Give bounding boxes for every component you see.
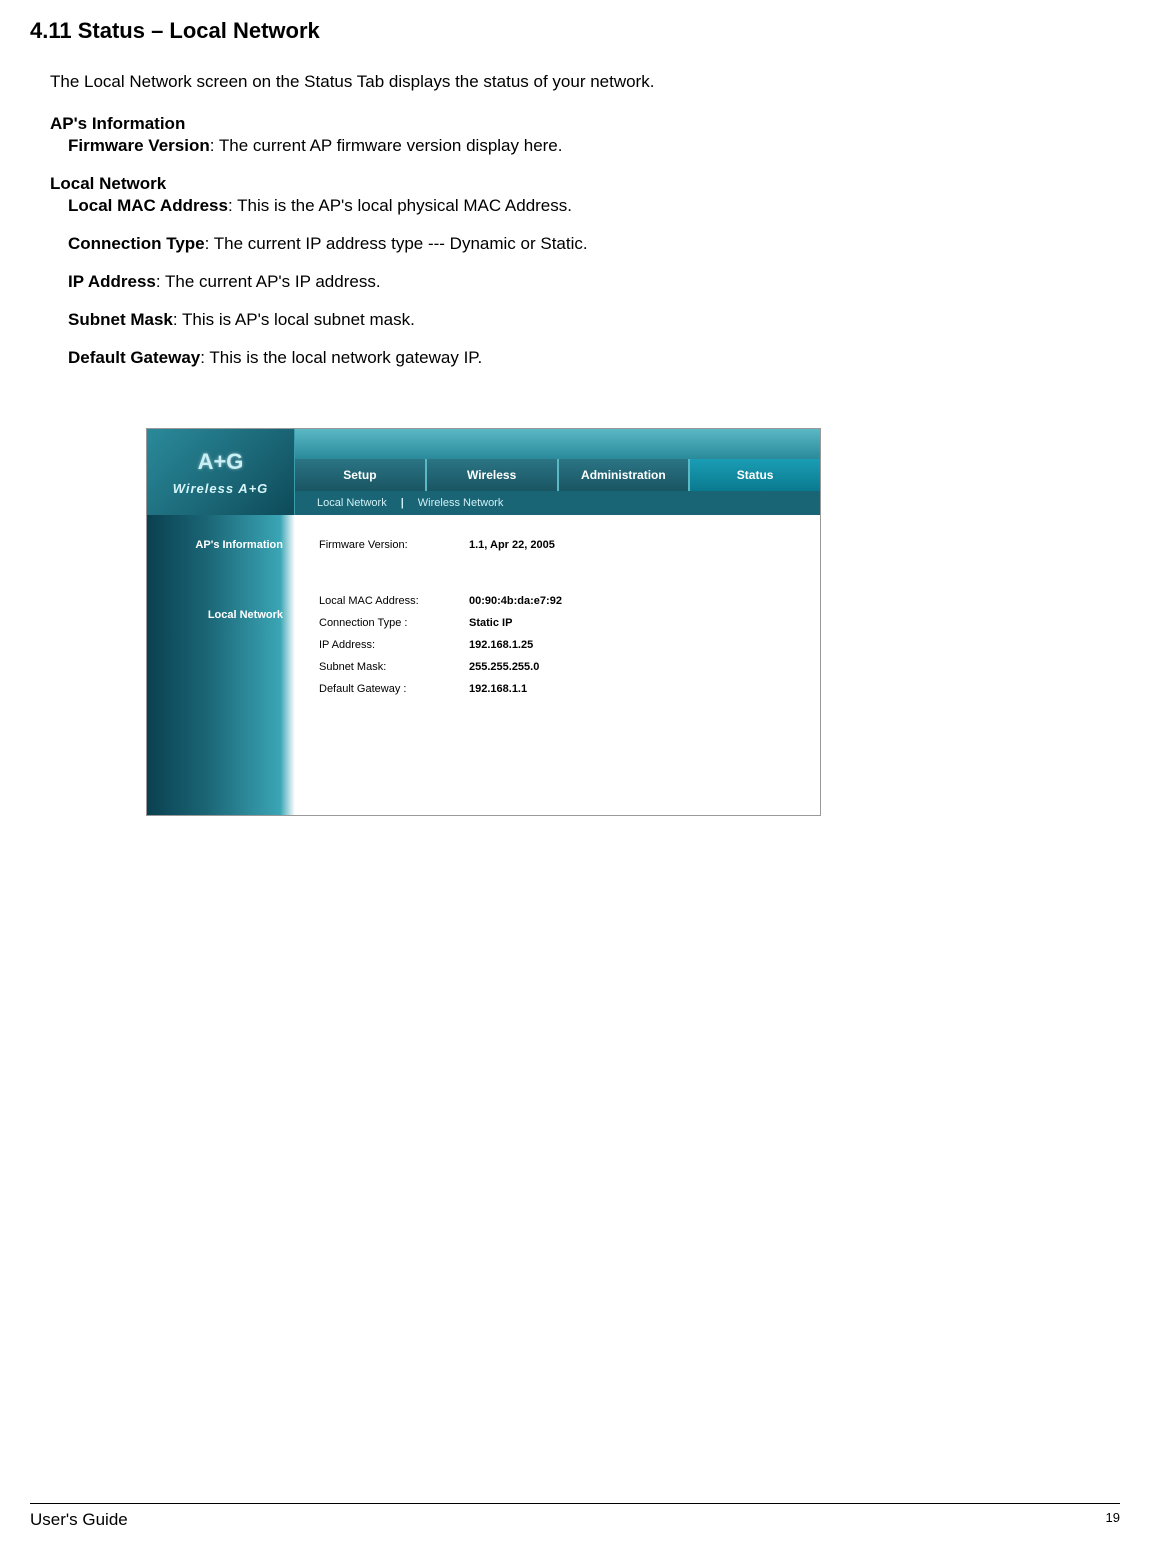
status-value-conn: Static IP: [469, 617, 512, 629]
field-gateway-desc: : This is the local network gateway IP.: [200, 348, 482, 367]
router-logo: A+G Wireless A+G: [147, 429, 295, 515]
section-heading: 4.11 Status – Local Network: [30, 18, 1120, 44]
intro-paragraph: The Local Network screen on the Status T…: [50, 72, 1120, 92]
status-row-mac: Local MAC Address: 00:90:4b:da:e7:92: [319, 595, 820, 607]
status-row-conn: Connection Type : Static IP: [319, 617, 820, 629]
logo-badge-icon: A+G: [198, 449, 244, 475]
status-label-mac: Local MAC Address:: [319, 595, 469, 607]
group-ap-info: AP's Information: [50, 114, 1120, 134]
field-subnet: Subnet Mask: This is AP's local subnet m…: [68, 310, 1120, 330]
field-gateway: Default Gateway: This is the local netwo…: [68, 348, 1120, 368]
sidebar-label-local-network: Local Network: [147, 551, 295, 621]
field-ip: IP Address: The current AP's IP address.: [68, 272, 1120, 292]
tab-status[interactable]: Status: [690, 459, 820, 491]
page-footer: User's Guide 19: [30, 1503, 1120, 1530]
field-firmware-label: Firmware Version: [68, 136, 210, 155]
status-value-mac: 00:90:4b:da:e7:92: [469, 595, 562, 607]
subtab-wireless-network[interactable]: Wireless Network: [412, 495, 510, 511]
field-firmware-desc: : The current AP firmware version displa…: [210, 136, 563, 155]
status-row-gateway: Default Gateway : 192.168.1.1: [319, 683, 820, 695]
status-row-ip: IP Address: 192.168.1.25: [319, 639, 820, 651]
field-mac: Local MAC Address: This is the AP's loca…: [68, 196, 1120, 216]
field-mac-desc: : This is the AP's local physical MAC Ad…: [228, 196, 572, 215]
nav-gradient-banner: [295, 429, 820, 459]
status-row-subnet: Subnet Mask: 255.255.255.0: [319, 661, 820, 673]
logo-brand-text: Wireless A+G: [173, 481, 269, 496]
field-ip-desc: : The current AP's IP address.: [156, 272, 381, 291]
status-label-ip: IP Address:: [319, 639, 469, 651]
subtab-separator: |: [401, 497, 404, 509]
field-subnet-label: Subnet Mask: [68, 310, 173, 329]
status-value-subnet: 255.255.255.0: [469, 661, 539, 673]
field-subnet-desc: : This is AP's local subnet mask.: [173, 310, 415, 329]
group-local-network: Local Network: [50, 174, 1120, 194]
field-ip-label: IP Address: [68, 272, 156, 291]
router-status-panel: A+G Wireless A+G Setup Wireless Administ…: [146, 428, 821, 816]
subtab-local-network[interactable]: Local Network: [311, 495, 393, 511]
field-mac-label: Local MAC Address: [68, 196, 228, 215]
status-value-firmware: 1.1, Apr 22, 2005: [469, 539, 555, 551]
status-value-gateway: 192.168.1.1: [469, 683, 527, 695]
status-label-subnet: Subnet Mask:: [319, 661, 469, 673]
tab-administration[interactable]: Administration: [559, 459, 691, 491]
field-conn-desc: : The current IP address type --- Dynami…: [205, 234, 588, 253]
sidebar-label-ap-info: AP's Information: [147, 515, 295, 551]
tab-setup[interactable]: Setup: [295, 459, 427, 491]
status-label-firmware: Firmware Version:: [319, 539, 469, 551]
field-gateway-label: Default Gateway: [68, 348, 200, 367]
status-row-firmware: Firmware Version: 1.1, Apr 22, 2005: [319, 539, 820, 551]
status-label-conn: Connection Type :: [319, 617, 469, 629]
status-value-ip: 192.168.1.25: [469, 639, 533, 651]
tab-wireless[interactable]: Wireless: [427, 459, 559, 491]
field-conn-label: Connection Type: [68, 234, 205, 253]
footer-page-number: 19: [1106, 1510, 1120, 1525]
field-conn: Connection Type: The current IP address …: [68, 234, 1120, 254]
field-firmware: Firmware Version: The current AP firmwar…: [68, 136, 1120, 156]
status-label-gateway: Default Gateway :: [319, 683, 469, 695]
footer-guide-label: User's Guide: [30, 1510, 128, 1530]
